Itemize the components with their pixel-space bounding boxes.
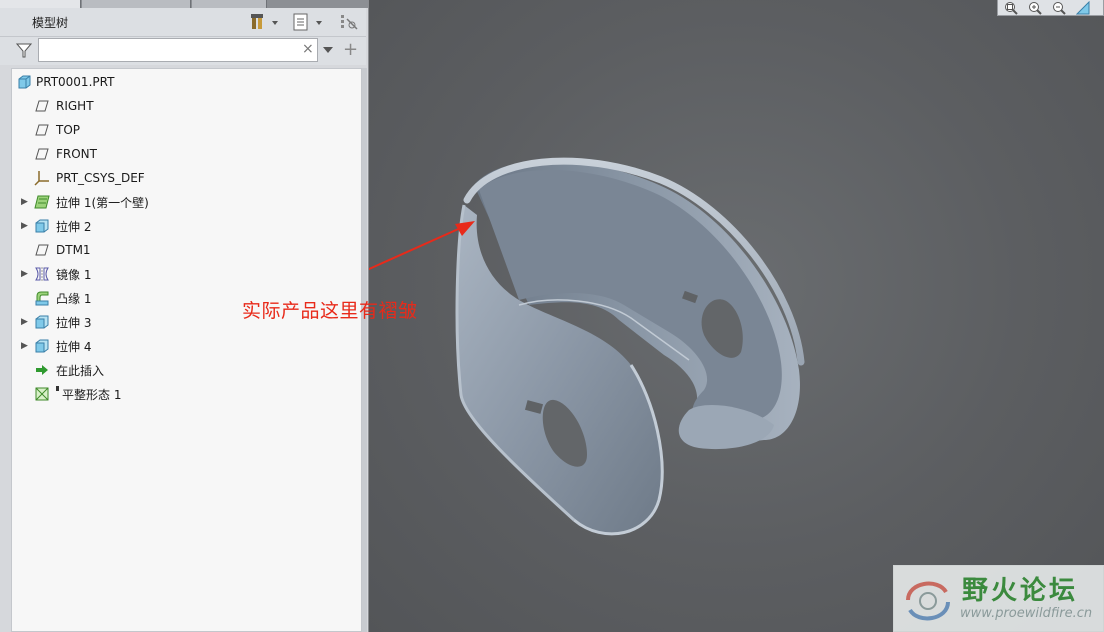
frozen-marker-icon	[56, 386, 59, 391]
part-model-render	[369, 157, 805, 536]
show-options-button[interactable]	[292, 13, 322, 31]
filter-dropdown-icon[interactable]	[323, 47, 333, 53]
tree-item-label: 平整形态 1	[62, 387, 122, 402]
expand-arrow-icon[interactable]: ▶	[21, 221, 31, 231]
panel-title: 模型树	[32, 16, 69, 30]
tree-item-label: PRT0001.PRT	[36, 75, 115, 89]
filter-row: × +	[0, 37, 366, 65]
coordinate-system-icon	[34, 170, 50, 186]
annotation-text: 实际产品这里有褶皱	[242, 300, 418, 322]
extrude-icon	[34, 338, 50, 354]
model-tree-header: 模型树	[0, 8, 366, 37]
tree-scrollbar[interactable]	[362, 68, 367, 632]
tree-item-label: 在此插入	[56, 363, 105, 378]
datum-plane-icon	[34, 122, 50, 138]
tab-folder-browser[interactable]	[82, 0, 191, 8]
tree-item-label: 拉伸 3	[56, 315, 92, 330]
repaint-icon[interactable]	[1076, 0, 1090, 15]
tree-item-label: PRT_CSYS_DEF	[56, 171, 145, 185]
tree-item-label: 凸缘 1	[56, 291, 92, 306]
zoom-in-icon[interactable]	[1028, 1, 1042, 15]
model-tree: PRT0001.PRT RIGHT TOP FRONT PRT_CSYS_DEF…	[11, 68, 362, 632]
tree-item-label: DTM1	[56, 243, 91, 257]
tab-model-tree[interactable]	[0, 0, 81, 8]
tree-item-label: 镜像 1	[56, 267, 92, 282]
settings-tools-button[interactable]	[250, 13, 280, 31]
list-options-icon	[293, 13, 322, 31]
zoom-fit-icon[interactable]	[1004, 1, 1018, 15]
tab-favorites[interactable]	[192, 0, 267, 8]
tree-item-label: 拉伸 4	[56, 339, 92, 354]
filter-icon[interactable]	[16, 42, 32, 58]
watermark-title: 野火论坛	[962, 576, 1079, 606]
extrude-icon	[34, 314, 50, 330]
sheetmetal-wall-icon	[34, 194, 50, 210]
annotation-arrow-line	[369, 225, 466, 271]
forum-watermark: 野火论坛 www.proewildfire.cn	[893, 565, 1104, 632]
expand-arrow-icon[interactable]: ▶	[21, 197, 31, 207]
mirror-icon	[34, 266, 50, 282]
tree-item-label: RIGHT	[56, 99, 94, 113]
flat-state-icon	[34, 386, 50, 402]
datum-plane-icon	[34, 242, 50, 258]
expand-arrow-icon[interactable]: ▶	[21, 269, 31, 279]
watermark-logo-icon	[906, 581, 950, 621]
flange-icon	[34, 290, 50, 306]
tools-icon	[251, 14, 278, 29]
clear-search-icon[interactable]: ×	[302, 41, 314, 57]
panel-tab-strip	[0, 0, 368, 8]
tree-item-label: 拉伸 2	[56, 219, 92, 234]
graphics-viewport[interactable]	[369, 0, 1104, 632]
tree-item-label: 拉伸 1(第一个壁)	[56, 195, 149, 210]
expand-arrow-icon[interactable]: ▶	[21, 341, 31, 351]
expand-arrow-icon[interactable]: ▶	[21, 317, 31, 327]
part-icon	[16, 74, 32, 90]
tree-item-label: FRONT	[56, 147, 97, 161]
detach-icon	[341, 15, 358, 30]
zoom-out-icon[interactable]	[1052, 1, 1066, 15]
extrude-icon	[34, 218, 50, 234]
add-filter-icon[interactable]: +	[343, 39, 358, 60]
insert-here-arrow-icon	[34, 362, 50, 378]
view-toolbar	[997, 0, 1104, 16]
watermark-url: www.proewildfire.cn	[960, 606, 1093, 621]
datum-plane-icon	[34, 98, 50, 114]
panel-detach-button[interactable]	[337, 13, 359, 31]
tree-item-label: TOP	[56, 123, 81, 137]
tree-search-input[interactable]	[38, 38, 318, 62]
datum-plane-icon	[34, 146, 50, 162]
